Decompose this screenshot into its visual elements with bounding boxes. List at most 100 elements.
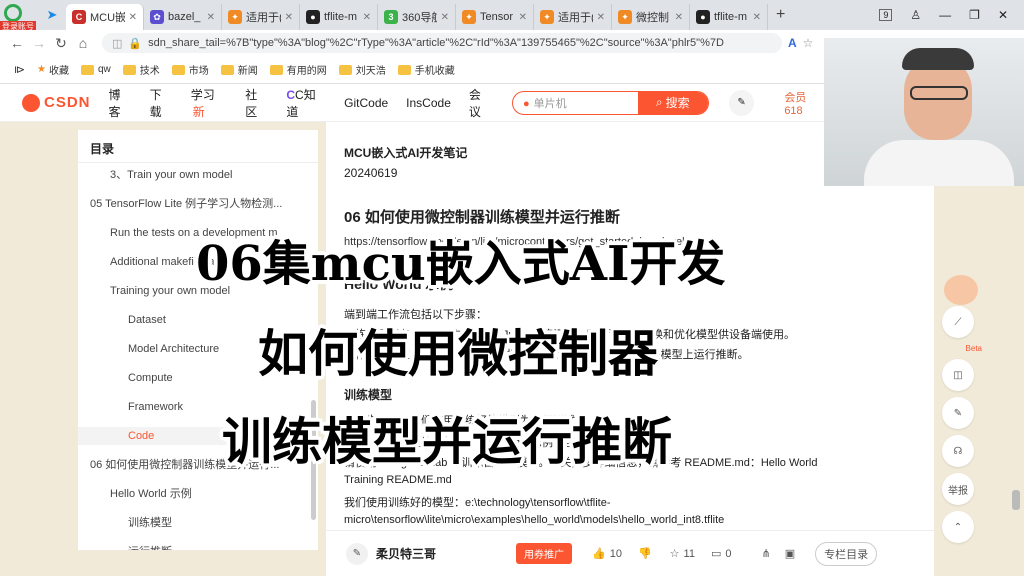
browser-tab[interactable]: ✿ bazel_ ✕ <box>144 4 222 30</box>
site-nav-label: InsCode <box>406 95 451 110</box>
promo-button[interactable]: 用券推广 <box>516 543 573 564</box>
secure-lock-icon: 🔒 <box>128 37 143 50</box>
restore-icon[interactable]: ❐ <box>969 8 980 22</box>
site-nav-item[interactable]: CC知道 <box>286 86 326 120</box>
browser-tab[interactable]: C MCU嵌 ✕ <box>66 4 144 30</box>
toc-item[interactable]: Hello World 示例 <box>110 485 314 503</box>
tab-label: Tensor <box>480 11 514 23</box>
tab-close-icon[interactable]: ✕ <box>363 12 371 23</box>
author-name[interactable]: 柔贝特三哥 <box>376 545 436 562</box>
site-nav-item[interactable]: 学习新 <box>191 86 228 120</box>
toc-item[interactable]: 05 TensorFlow Lite 例子学习人物检测... <box>90 195 314 213</box>
translate-icon[interactable]: A <box>788 36 797 50</box>
paragraph-6: micro\tensorflow\lite\micro\examples\hel… <box>344 514 725 526</box>
pdf-icon[interactable]: ▣ <box>785 547 795 560</box>
site-nav-item[interactable]: GitCode <box>344 96 388 110</box>
support-icon[interactable]: ☊ <box>942 435 974 467</box>
member-link[interactable]: 会员618 <box>784 89 824 117</box>
url-text: sdn_share_tail=%7B"type"%3A"blog"%2C"rTy… <box>148 37 724 49</box>
close-window-icon[interactable]: ✕ <box>998 8 1008 22</box>
overlay-title-line-3: 训练模型并运行推断 <box>222 412 672 471</box>
tab-close-icon[interactable]: ✕ <box>441 12 449 23</box>
sidebar-toggle-icon[interactable]: ⧐ <box>14 63 25 76</box>
tab-close-icon[interactable]: ✕ <box>207 12 215 23</box>
site-nav-item[interactable]: 下载 <box>150 86 173 120</box>
tab-close-icon[interactable]: ✕ <box>675 12 683 23</box>
bookmark-item[interactable]: 技术 <box>122 62 160 77</box>
page-info-icon[interactable]: ◫ <box>112 37 122 50</box>
site-nav-item[interactable]: 博客 <box>109 86 132 120</box>
share-icon[interactable]: ⋔ <box>762 547 771 560</box>
bookmark-item[interactable]: 市场 <box>171 62 209 77</box>
tab-label: tflite-m <box>714 11 747 23</box>
search-button[interactable]: ⌕ 搜索 <box>637 91 708 114</box>
browser-tab[interactable]: ● tflite-m ✕ <box>300 4 378 30</box>
shirt-icon[interactable]: ♙ <box>910 8 921 22</box>
article-action-bar: ✎ 柔贝特三哥 用券推广 👍 10 👎 ☆ 11 ▭ 0 ⋔ ▣ 专栏目录 <box>326 530 934 576</box>
edit-icon[interactable]: ✎ <box>942 397 974 429</box>
tab-label: bazel_ <box>168 11 201 23</box>
folder-icon <box>269 64 283 75</box>
comment-icon[interactable]: ▭ <box>711 547 721 560</box>
dislike-icon[interactable]: 👎 <box>638 547 652 560</box>
bookmark-item[interactable]: qw <box>80 64 111 75</box>
site-nav-item[interactable]: 社区 <box>245 86 268 120</box>
toc-item[interactable]: 训练模型 <box>128 514 314 532</box>
like-icon[interactable]: 👍 <box>592 547 606 560</box>
paragraph-4[interactable]: Training README.md <box>344 474 452 486</box>
page-scrollbar[interactable] <box>1012 490 1020 510</box>
catalog-button[interactable]: 专栏目录 <box>815 541 878 566</box>
ai-assistant-icon[interactable]: ◫ <box>942 359 974 391</box>
tab-close-icon[interactable]: ✕ <box>597 12 605 23</box>
bookmark-item[interactable]: 刘天浩 <box>338 62 386 77</box>
bookmark-item[interactable]: 手机收藏 <box>397 62 455 77</box>
bookmark-item[interactable]: 新闻 <box>220 62 258 77</box>
browser-tab[interactable]: ✦ 微控制 ✕ <box>612 4 690 30</box>
bookmark-star-icon[interactable]: ☆ <box>803 36 814 50</box>
home-icon[interactable]: ⌂ <box>72 35 94 51</box>
hot-icon: ● <box>522 97 530 110</box>
author-avatar[interactable]: ✎ <box>346 542 368 565</box>
browser-tab[interactable]: 3 360导航 ✕ <box>378 4 456 30</box>
tab-close-icon[interactable]: ✕ <box>753 12 761 23</box>
url-field[interactable]: ◫ 🔒 sdn_share_tail=%7B"type"%3A"blog"%2C… <box>102 33 782 53</box>
site-nav-label: 下载 <box>149 87 162 119</box>
csdn-logo[interactable]: CSDN <box>22 93 91 112</box>
webcam-overlay <box>824 38 1024 186</box>
bookmark-item[interactable]: ★ 收藏 <box>37 62 69 77</box>
user-avatar[interactable]: ✎ <box>728 89 755 116</box>
report-button[interactable]: 举报 <box>942 473 974 505</box>
folder-icon <box>80 64 94 75</box>
minimize-icon[interactable]: — <box>939 8 951 22</box>
new-tab-button[interactable]: + <box>776 6 785 24</box>
bookmark-label: 技术 <box>139 66 160 77</box>
telegram-icon[interactable]: ➤ <box>38 7 66 23</box>
search-box[interactable]: ● 单片机 ⌕ 搜索 <box>511 90 709 115</box>
favorite-icon[interactable]: ☆ <box>670 547 680 560</box>
tab-close-icon[interactable]: ✕ <box>285 12 293 23</box>
reload-icon[interactable]: ↻ <box>50 35 72 52</box>
browser-tab[interactable]: ✦ Tensor ✕ <box>456 4 534 30</box>
tab-count-badge[interactable]: 9 <box>879 9 893 21</box>
search-input[interactable]: ● 单片机 <box>513 95 638 111</box>
tab-label: 360导航 <box>402 12 437 24</box>
presenter-hair <box>902 48 974 70</box>
browser-tab[interactable]: ✦ 适用于(✕ <box>534 4 612 30</box>
mascot-icon[interactable] <box>944 275 978 305</box>
comment-count: 0 <box>725 547 732 560</box>
back-icon[interactable]: ← <box>6 35 28 51</box>
browser-logo-icon <box>4 4 22 22</box>
toc-item[interactable]: 3、Train your own model <box>110 166 314 184</box>
forward-icon[interactable]: → <box>28 35 50 51</box>
series-title: MCU嵌入式AI开发笔记 <box>344 146 468 160</box>
back-to-top-icon[interactable]: ⌃ <box>942 511 974 543</box>
bookmark-item[interactable]: 有用的网 <box>269 62 327 77</box>
tab-close-icon[interactable]: ✕ <box>519 12 527 23</box>
browser-tab[interactable]: ✦ 适用于(✕ <box>222 4 300 30</box>
trend-icon[interactable]: ⟋ <box>942 306 974 338</box>
toc-item[interactable]: 运行推断 <box>128 543 314 550</box>
browser-tab[interactable]: ● tflite-m ✕ <box>690 4 768 30</box>
site-nav-item[interactable]: InsCode <box>406 96 451 110</box>
site-nav-item[interactable]: 会议 <box>469 86 492 120</box>
tab-close-icon[interactable]: ✕ <box>129 12 137 23</box>
